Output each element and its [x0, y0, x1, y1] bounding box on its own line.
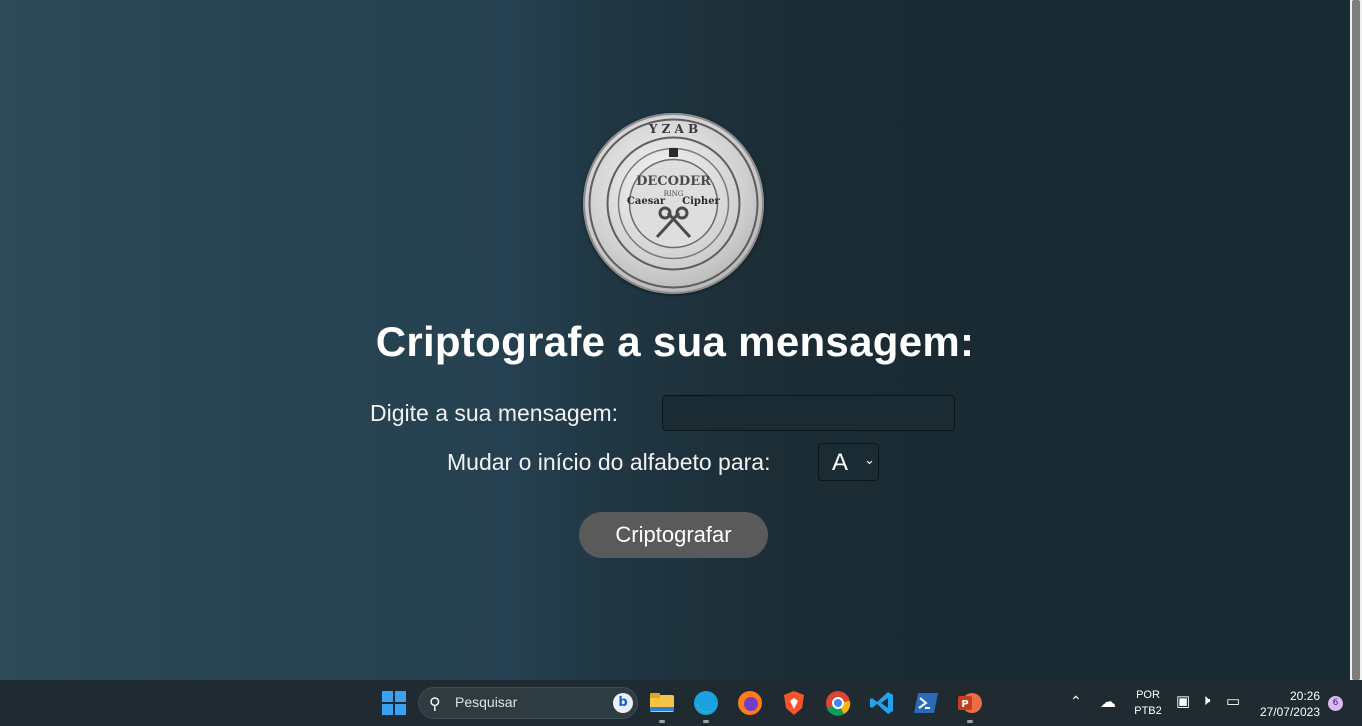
search-placeholder: Pesquisar	[455, 694, 518, 710]
taskbar: ⚲ Pesquisar b P ⌃ ☁ POR PTB2 ▣ 🕨 ▭ 20:26…	[0, 680, 1362, 726]
caesar-cipher-logo: Y Z A B DECODER RING Caesar Cipher	[583, 113, 764, 294]
logo-ring-text: DECODER	[636, 174, 711, 189]
edge-icon[interactable]	[693, 690, 719, 716]
network-icon[interactable]: ▣	[1176, 692, 1190, 710]
alphabet-start-value: A	[832, 449, 849, 476]
svg-text:P: P	[961, 699, 968, 710]
edge-running-dot	[703, 720, 709, 723]
scrollbar-thumb[interactable]	[1352, 0, 1360, 680]
language-top[interactable]: POR	[1133, 689, 1163, 701]
encrypt-button[interactable]: Criptografar	[579, 512, 768, 558]
file-explorer-icon[interactable]	[649, 690, 675, 716]
page-title: Criptografe a sua mensagem:	[375, 318, 975, 365]
browser-page: Y Z A B DECODER RING Caesar Cipher Cript…	[0, 0, 1350, 680]
svg-text:Y Z A B: Y Z A B	[648, 122, 698, 136]
volume-icon[interactable]: 🕨	[1201, 692, 1210, 709]
powerpoint-icon[interactable]: P	[957, 690, 983, 716]
language-bottom[interactable]: PTB2	[1133, 705, 1163, 717]
decoder-ring-icon: Y Z A B DECODER RING Caesar Cipher	[588, 118, 759, 289]
notification-badge[interactable]: 6	[1328, 696, 1343, 711]
chevron-up-icon[interactable]: ⌃	[1070, 693, 1082, 710]
firefox-icon[interactable]	[737, 690, 763, 716]
file-explorer-running-dot	[659, 720, 665, 723]
cloud-icon[interactable]: ☁	[1100, 692, 1116, 712]
windows-start-icon[interactable]	[381, 690, 407, 716]
clock-time[interactable]: 20:26	[1262, 689, 1320, 703]
vertical-scrollbar[interactable]	[1350, 0, 1362, 680]
logo-ring-sub: RING	[664, 190, 684, 198]
chrome-icon[interactable]	[825, 690, 851, 716]
brave-icon[interactable]	[781, 690, 807, 716]
shift-label: Mudar o início do alfabeto para:	[447, 449, 771, 475]
message-input[interactable]	[662, 395, 955, 431]
logo-right-text: Cipher	[682, 196, 720, 207]
battery-icon[interactable]: ▭	[1226, 692, 1240, 710]
logo-left-text: Caesar	[627, 196, 666, 207]
search-icon: ⚲	[429, 694, 441, 713]
powershell-icon[interactable]	[913, 690, 939, 716]
alphabet-start-select[interactable]: A ⌄	[818, 443, 879, 481]
message-label: Digite a sua mensagem:	[370, 400, 619, 426]
bing-icon[interactable]: b	[613, 693, 633, 713]
taskbar-search[interactable]: ⚲ Pesquisar b	[418, 687, 638, 719]
powerpoint-running-dot	[967, 720, 973, 723]
clock-date[interactable]: 27/07/2023	[1254, 705, 1320, 719]
chevron-down-icon: ⌄	[864, 453, 875, 468]
vscode-icon[interactable]	[869, 690, 895, 716]
